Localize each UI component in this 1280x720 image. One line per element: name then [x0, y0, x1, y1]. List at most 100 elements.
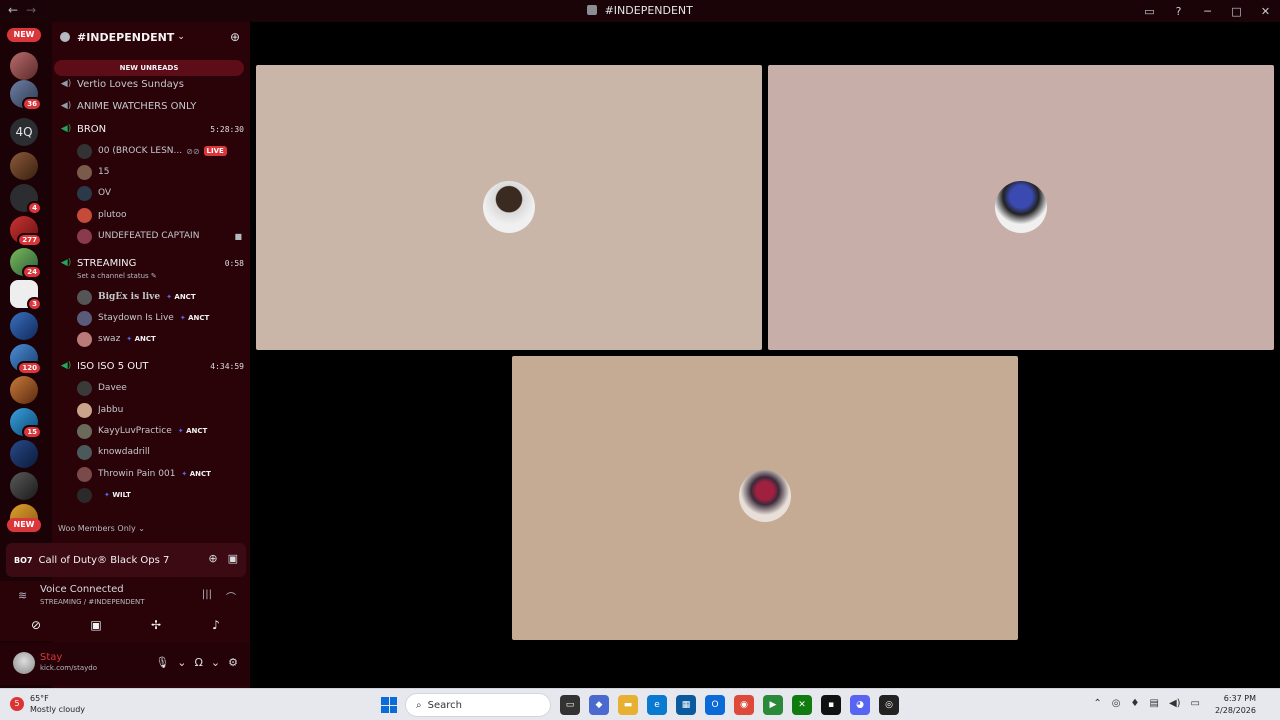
voice-user[interactable]: UNDEFEATED CAPTAIN ■: [77, 227, 242, 245]
start-button[interactable]: [381, 697, 397, 713]
server-icon[interactable]: [10, 152, 38, 180]
outlook-icon[interactable]: O: [705, 695, 725, 715]
server-icon[interactable]: [10, 440, 38, 468]
channel-status[interactable]: Set a channel status ✎: [77, 272, 157, 280]
pencil-icon: ✎: [150, 272, 157, 280]
server-icon-4q[interactable]: 4Q: [10, 118, 38, 146]
voice-status[interactable]: Voice Connected: [40, 584, 124, 595]
video-tile-3[interactable]: [512, 356, 1018, 640]
voice-channel-vertio[interactable]: ◀) Vertio Loves Sundays: [60, 75, 244, 93]
voice-user[interactable]: WILT: [77, 486, 242, 504]
avatar: [77, 207, 92, 223]
voice-user[interactable]: Staydown Is Live ANCT: [77, 309, 242, 327]
server-icon-selected[interactable]: 3: [10, 280, 42, 311]
close-button[interactable]: ✕: [1251, 5, 1280, 18]
clock[interactable]: 6:37 PM 2/28/2026: [1215, 693, 1256, 717]
inbox-icon[interactable]: ▭: [1135, 5, 1164, 18]
voice-user[interactable]: Davee: [77, 379, 242, 397]
channel-timer: 4:34:59: [210, 361, 244, 371]
chevron-down-icon: ⌄: [138, 524, 145, 533]
voice-user[interactable]: Jabbu: [77, 401, 242, 419]
voice-user[interactable]: 00 (BROCK LESN... ⊘⊘ LIVE: [77, 142, 242, 160]
voice-user[interactable]: BigEx is live ANCT: [77, 288, 242, 306]
avatar: [995, 181, 1047, 233]
server-tag: ANCT: [181, 470, 211, 478]
user-name: BigEx is live: [98, 292, 161, 302]
edge-icon[interactable]: e: [647, 695, 667, 715]
chevron-down-icon[interactable]: ⌄: [177, 656, 186, 669]
server-icon[interactable]: 24: [10, 248, 42, 279]
invite-to-game-icon[interactable]: ⊕: [208, 552, 217, 565]
server-icon[interactable]: [10, 472, 38, 500]
settings-gear-icon[interactable]: ⚙: [228, 656, 238, 669]
chrome-icon[interactable]: ◉: [734, 695, 754, 715]
minimize-button[interactable]: ─: [1193, 5, 1222, 18]
voice-user[interactable]: knowdadrill: [77, 443, 242, 461]
voice-user[interactable]: OV: [77, 184, 242, 202]
activities-icon[interactable]: ✢: [136, 614, 176, 636]
unread-badge: 15: [22, 425, 42, 439]
voice-channel-streaming[interactable]: ◀) STREAMING 0:58: [60, 254, 244, 272]
current-user-name: Stay: [40, 652, 63, 663]
voice-channel-iso[interactable]: ◀) ISO ISO 5 OUT 4:34:59: [60, 357, 244, 375]
server-icon[interactable]: [10, 376, 38, 404]
avatar[interactable]: [13, 652, 35, 674]
server-icon[interactable]: 36: [10, 80, 42, 111]
network-icon[interactable]: ▤: [1150, 698, 1159, 709]
server-icon[interactable]: [10, 312, 38, 340]
taskbar-apps: ▭ ◆ ▬ e ▦ O ◉ ▶ ✕ ▪ ◕ ◎: [560, 695, 899, 715]
channel-name: BRON: [77, 123, 107, 135]
video-tile-1[interactable]: [256, 65, 762, 350]
new-badge-top: NEW: [7, 28, 41, 42]
voice-channel-bron[interactable]: ◀) BRON 5:28:30: [60, 120, 244, 138]
server-icon[interactable]: 4: [10, 184, 42, 215]
unread-badge: 277: [17, 233, 42, 247]
noise-suppression-icon[interactable]: |||: [202, 589, 212, 604]
video-tile-2[interactable]: [768, 65, 1274, 350]
file-explorer-icon[interactable]: ▬: [618, 695, 638, 715]
screen-share-icon[interactable]: ▣: [76, 614, 116, 636]
maximize-button[interactable]: □: [1222, 5, 1251, 18]
voice-location[interactable]: STREAMING / #INDEPENDENT: [40, 598, 145, 606]
copilot-icon[interactable]: ◆: [589, 695, 609, 715]
game-launcher-icon[interactable]: ▶: [763, 695, 783, 715]
xbox-icon[interactable]: ✕: [792, 695, 812, 715]
discord-icon[interactable]: ◕: [850, 695, 870, 715]
task-view-icon[interactable]: ▭: [560, 695, 580, 715]
server-gear-icon: [60, 32, 70, 42]
microphone-icon[interactable]: ♦: [1131, 698, 1140, 709]
stream-game-icon[interactable]: ▣: [228, 552, 238, 565]
battery-icon[interactable]: ▭: [1191, 698, 1200, 709]
voice-user[interactable]: plutoo: [77, 206, 242, 224]
tray-app-icon[interactable]: ◎: [1112, 698, 1121, 709]
soundboard-icon[interactable]: ♪: [196, 614, 236, 636]
server-header[interactable]: #INDEPENDENT ⌄ ⊕: [52, 22, 250, 52]
voice-user[interactable]: Throwin Pain 001 ANCT: [77, 465, 242, 483]
voice-channel-anime[interactable]: ◀) ANIME WATCHERS ONLY: [60, 97, 244, 115]
new-unreads-pill[interactable]: NEW UNREADS: [54, 60, 244, 76]
voice-user[interactable]: 15: [77, 163, 242, 181]
microphone-icon[interactable]: 🎙︎: [155, 656, 169, 669]
disconnect-icon[interactable]: ⌒: [226, 589, 236, 604]
cod-icon[interactable]: ▪: [821, 695, 841, 715]
server-icon[interactable]: 277: [10, 216, 42, 247]
voice-user[interactable]: swaz ANCT: [77, 330, 242, 348]
steam-icon[interactable]: ◎: [879, 695, 899, 715]
invite-people-icon[interactable]: ⊕: [230, 30, 240, 44]
taskbar-search[interactable]: ⌕ Search: [405, 693, 551, 717]
server-icon[interactable]: 120: [10, 344, 42, 375]
category-woo-members[interactable]: Woo Members Only ⌄: [58, 524, 145, 533]
help-icon[interactable]: ?: [1164, 5, 1193, 18]
speaker-icon[interactable]: ◀): [1169, 698, 1181, 709]
server-icon[interactable]: 15: [10, 408, 42, 439]
camera-off-icon[interactable]: ⊘: [16, 614, 56, 636]
headphones-icon[interactable]: Ω: [195, 656, 203, 669]
chevron-up-icon[interactable]: ⌃: [1093, 698, 1101, 709]
voice-user[interactable]: KayyLuvPractice ANCT: [77, 422, 242, 440]
user-name: 15: [98, 167, 110, 177]
server-icon[interactable]: [10, 52, 38, 80]
game-activity-panel: BO7 Call of Duty® Black Ops 7 ⊕ ▣: [6, 543, 246, 577]
chevron-down-icon[interactable]: ⌄: [211, 656, 220, 669]
store-icon[interactable]: ▦: [676, 695, 696, 715]
weather-widget[interactable]: 5 65°F Mostly cloudy: [10, 693, 85, 715]
